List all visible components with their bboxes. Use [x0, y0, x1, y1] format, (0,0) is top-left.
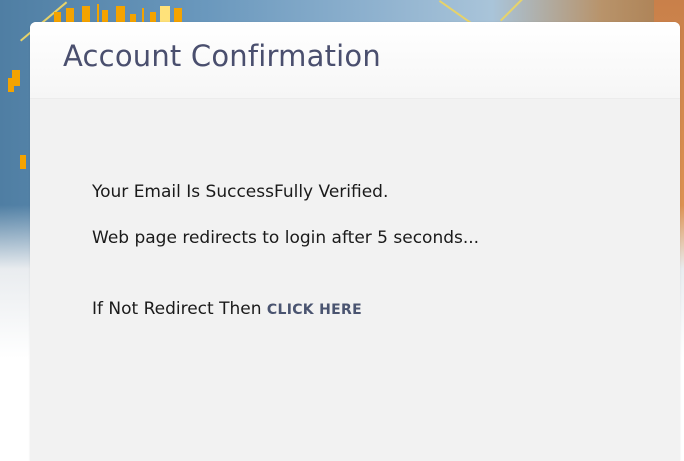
redirect-message: Web page redirects to login after 5 seco… — [92, 228, 480, 248]
confirmation-card: Account Confirmation Your Email Is Succe… — [30, 22, 680, 461]
chart-candle — [130, 14, 136, 22]
chart-candle — [54, 12, 61, 22]
chart-candle — [160, 6, 170, 22]
page-title: Account Confirmation — [63, 39, 381, 73]
fallback-prefix: If Not Redirect Then — [92, 299, 262, 319]
chart-candle — [66, 8, 74, 22]
chart-wick — [142, 8, 144, 22]
chart-candle — [150, 12, 156, 22]
click-here-link[interactable]: CLICK HERE — [267, 302, 362, 318]
chart-candle — [102, 10, 108, 22]
chart-candle — [174, 8, 182, 22]
chart-candle — [20, 155, 26, 169]
fallback-message: If Not Redirect Then CLICK HERE — [92, 299, 362, 319]
chart-candle — [82, 6, 90, 22]
chart-candle — [8, 78, 14, 92]
chart-candle — [116, 6, 125, 22]
verified-message: Your Email Is SuccessFully Verified. — [92, 182, 389, 202]
page: Account Confirmation Your Email Is Succe… — [0, 0, 684, 461]
chart-wick — [97, 4, 99, 22]
